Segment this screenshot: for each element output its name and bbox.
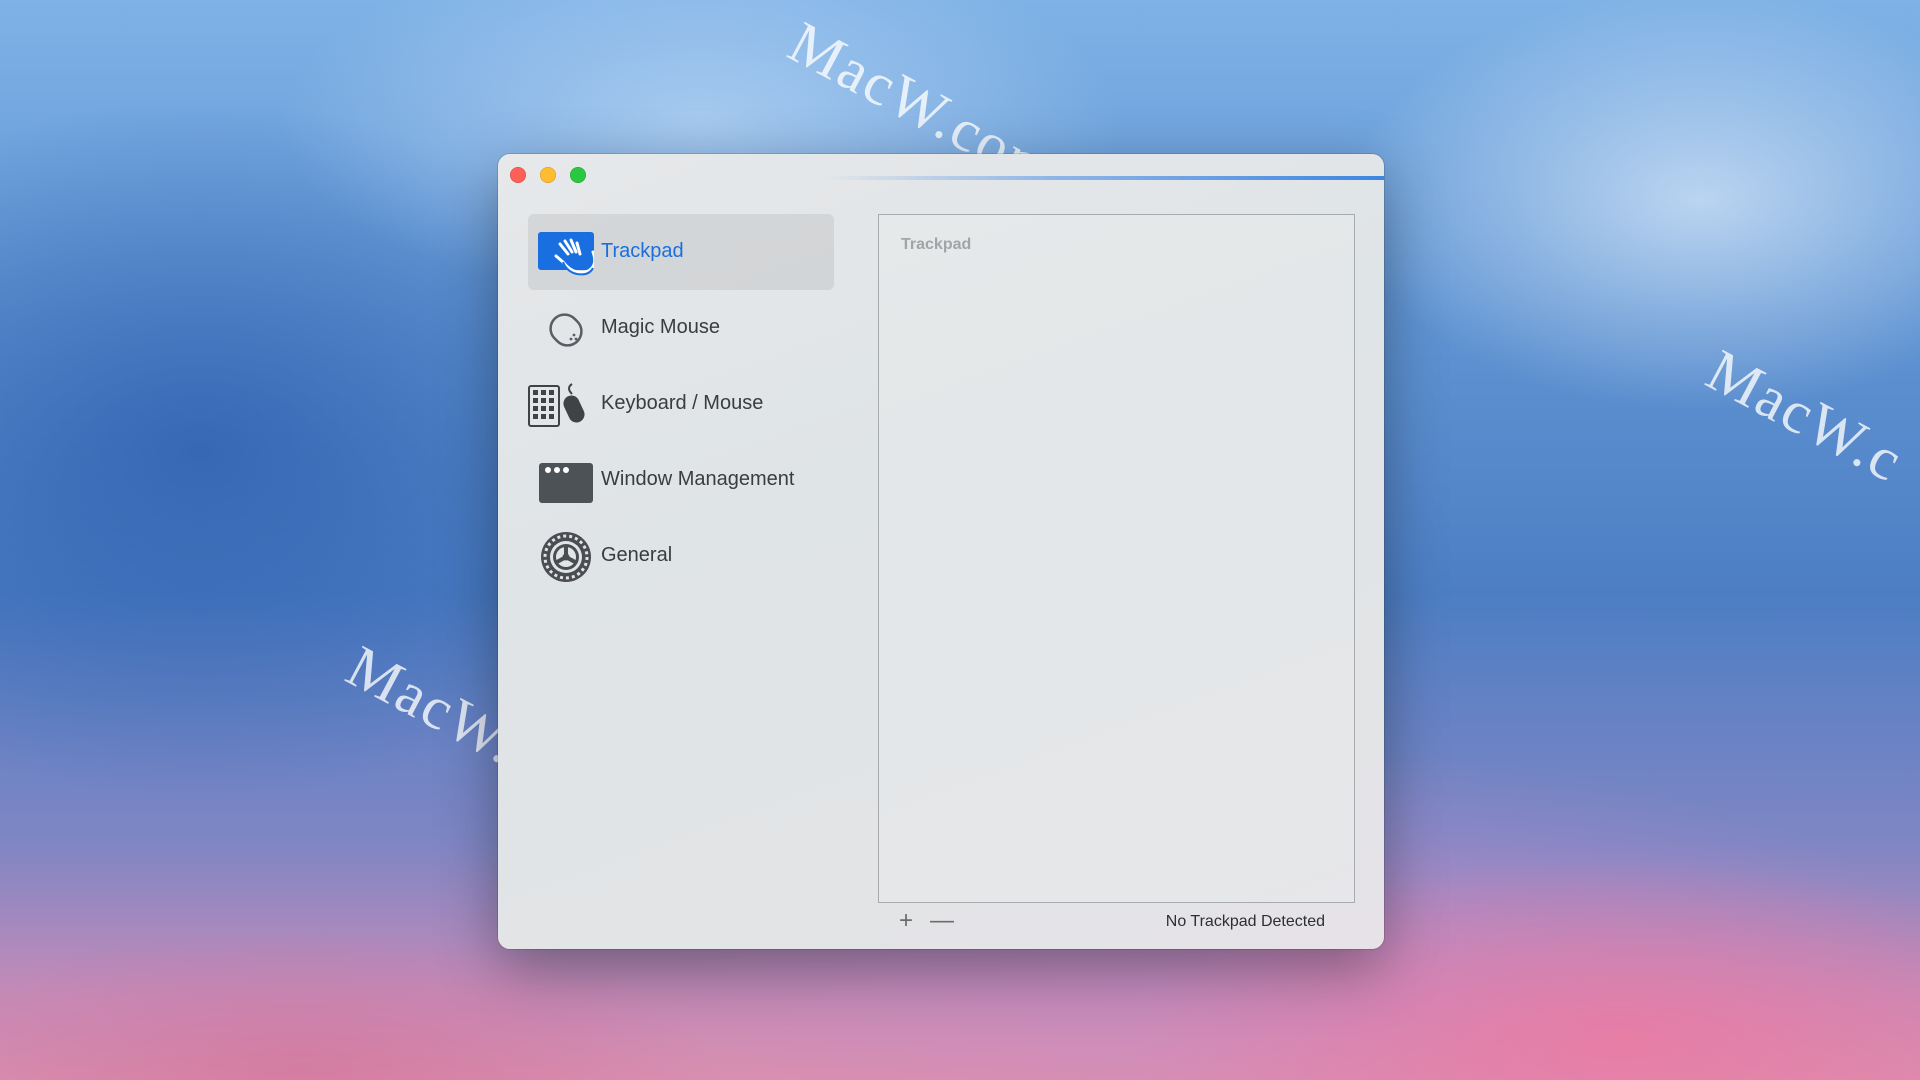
sidebar-item-label: Trackpad xyxy=(601,240,684,262)
remove-button[interactable]: — xyxy=(930,909,954,933)
sidebar-item-label: Magic Mouse xyxy=(601,316,720,338)
keyboard-mouse-icon xyxy=(528,382,598,428)
sidebar-item-keyboard-mouse[interactable]: Keyboard / Mouse xyxy=(528,366,834,442)
app-window: Trackpad Magic Mouse Keyboard / Mouse Wi… xyxy=(498,154,1384,949)
bottom-bar: + — No Trackpad Detected xyxy=(878,909,1355,939)
titlebar[interactable] xyxy=(498,154,1384,194)
gesture-list-panel[interactable]: Trackpad xyxy=(878,214,1355,903)
sidebar-item-window-management[interactable]: Window Management xyxy=(528,442,834,518)
device-status-label: No Trackpad Detected xyxy=(1165,913,1325,930)
minimize-button[interactable] xyxy=(540,167,556,183)
watermark: MacW.c xyxy=(1696,336,1915,495)
close-button[interactable] xyxy=(510,167,526,183)
panel-title: Trackpad xyxy=(901,236,972,253)
magic-mouse-icon xyxy=(538,306,592,352)
sidebar-item-magic-mouse[interactable]: Magic Mouse xyxy=(528,290,834,366)
titlebar-accent-line xyxy=(824,176,1384,180)
sidebar-item-trackpad[interactable]: Trackpad xyxy=(528,214,834,290)
sidebar-item-label: Keyboard / Mouse xyxy=(601,392,764,414)
add-button[interactable]: + xyxy=(894,909,918,933)
sidebar: Trackpad Magic Mouse Keyboard / Mouse Wi… xyxy=(528,214,834,594)
maximize-button[interactable] xyxy=(570,167,586,183)
sidebar-item-label: General xyxy=(601,544,673,566)
window-icon xyxy=(538,458,593,504)
trackpad-hand-icon xyxy=(538,230,597,276)
gear-icon xyxy=(538,530,592,584)
sidebar-item-label: Window Management xyxy=(601,468,795,490)
sidebar-item-general[interactable]: General xyxy=(528,518,834,594)
